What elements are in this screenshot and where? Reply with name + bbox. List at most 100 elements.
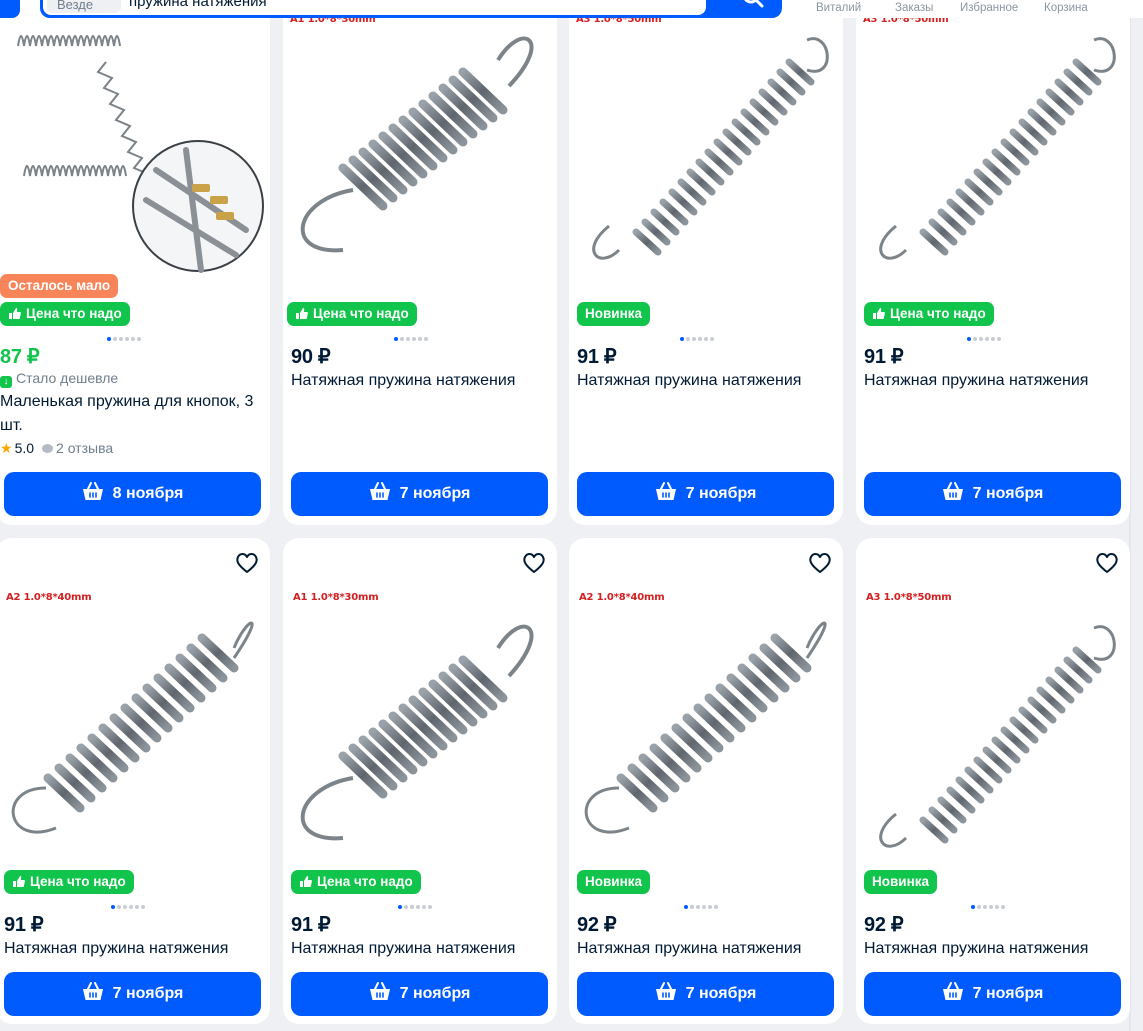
- heart-outline-icon[interactable]: [807, 550, 833, 576]
- product-card[interactable]: A2 1.0*8*40mm Новинка 92 ₽ Натяжная пруж…: [569, 538, 843, 1024]
- product-title[interactable]: Натяжная пружина натяжения: [4, 937, 266, 961]
- heart-outline-icon[interactable]: [234, 550, 260, 576]
- search-input[interactable]: [129, 0, 649, 10]
- product-price: 87 ₽: [0, 346, 40, 368]
- add-to-cart-button[interactable]: 7 ноября: [864, 972, 1121, 1016]
- add-to-cart-button[interactable]: 7 ноября: [577, 972, 834, 1016]
- product-image[interactable]: A1 1.0*8*30mm: [283, 538, 557, 868]
- search-bar: Везде ✕: [40, 0, 782, 18]
- basket-icon: [655, 482, 676, 500]
- basket-icon: [82, 982, 103, 1000]
- search-box: Везде ✕: [43, 0, 706, 15]
- thumbs-up-icon: [296, 308, 308, 319]
- add-to-cart-button[interactable]: 8 ноября: [4, 472, 261, 516]
- price-note-text: Стало дешевле: [16, 370, 119, 386]
- price-badge: Цена что надо: [864, 302, 994, 326]
- stock-badge: Осталось мало: [0, 274, 119, 298]
- product-title[interactable]: Натяжная пружина натяжения: [577, 937, 839, 961]
- nav-favorites[interactable]: Избранное: [960, 2, 1018, 14]
- product-photo-small-springs: [17, 35, 264, 273]
- close-icon[interactable]: ✕: [679, 0, 692, 5]
- image-pager[interactable]: [684, 905, 720, 909]
- price-badge-label: Цена что надо: [890, 306, 986, 321]
- nav-profile[interactable]: Виталий: [816, 2, 861, 14]
- image-pager[interactable]: [971, 905, 1007, 909]
- nav-orders[interactable]: Заказы: [895, 2, 933, 14]
- product-photo-spring-medium: [584, 621, 827, 834]
- product-image[interactable]: A3 1.0*8*50mm: [856, 538, 1130, 868]
- basket-icon: [942, 982, 963, 1000]
- search-icon[interactable]: [738, 0, 768, 16]
- delivery-date: 7 ноября: [685, 485, 757, 502]
- product-image[interactable]: A3 1.0*8*50mm: [856, 0, 1130, 278]
- add-to-cart-button[interactable]: 7 ноября: [4, 972, 261, 1016]
- add-to-cart-button[interactable]: 7 ноября: [291, 972, 548, 1016]
- price-badge: Цена что надо: [0, 302, 130, 326]
- heart-outline-icon[interactable]: [1094, 550, 1120, 576]
- product-image[interactable]: A2 1.0*8*40mm: [569, 538, 843, 868]
- image-pager[interactable]: [394, 337, 430, 341]
- search-category-select[interactable]: Везде: [47, 0, 121, 13]
- add-to-cart-button[interactable]: 7 ноября: [577, 472, 834, 516]
- product-price: 92 ₽: [864, 914, 904, 936]
- product-image[interactable]: A1 1.0*8*30mm: [283, 0, 557, 278]
- product-price: 91 ₽: [864, 346, 904, 368]
- image-pager[interactable]: [680, 337, 716, 341]
- price-note: ↓ Стало дешевле: [0, 370, 118, 388]
- product-title[interactable]: Маленькая пружина для кнопок, 3 шт.: [0, 390, 262, 438]
- price-badge-label: Цена что надо: [30, 874, 126, 889]
- star-icon: ★: [0, 440, 13, 456]
- header: Везде ✕ Виталий Заказы Избранное Корзина: [0, 0, 1143, 18]
- product-title[interactable]: Натяжная пружина натяжения: [864, 937, 1126, 961]
- image-pager[interactable]: [107, 337, 143, 341]
- add-to-cart-button[interactable]: 7 ноября: [864, 472, 1121, 516]
- nav-cart[interactable]: Корзина: [1044, 2, 1088, 14]
- new-badge: Новинка: [577, 302, 651, 326]
- basket-icon: [369, 482, 390, 500]
- catalog-button[interactable]: [0, 0, 20, 18]
- product-card[interactable]: Осталось мало Цена что надо 87 ₽ ↓ Стало …: [0, 0, 270, 525]
- product-photo-spring-medium: [11, 621, 254, 834]
- product-image[interactable]: A3 1.0*8*50mm: [569, 0, 843, 278]
- delivery-date: 7 ноября: [972, 985, 1044, 1002]
- product-price: 91 ₽: [577, 346, 617, 368]
- variant-label: A3 1.0*8*50mm: [866, 592, 952, 603]
- image-pager[interactable]: [967, 337, 1003, 341]
- arrow-down-icon: ↓: [0, 376, 12, 388]
- product-title[interactable]: Натяжная пружина натяжения: [291, 937, 553, 961]
- product-card[interactable]: A1 1.0*8*30mm Цена что надо 91 ₽ Натяжна…: [283, 538, 557, 1024]
- product-title[interactable]: Натяжная пружина натяжения: [864, 369, 1126, 393]
- delivery-date: 7 ноября: [399, 985, 471, 1002]
- product-title[interactable]: Натяжная пружина натяжения: [577, 369, 839, 393]
- product-card[interactable]: A1 1.0*8*30mm Цена что надо 90 ₽ Натяжна…: [283, 0, 557, 525]
- basket-icon: [369, 982, 390, 1000]
- product-price: 92 ₽: [577, 914, 617, 936]
- basket-icon: [655, 982, 676, 1000]
- product-title[interactable]: Натяжная пружина натяжения: [291, 369, 553, 393]
- product-image[interactable]: [0, 0, 270, 278]
- product-price: 91 ₽: [4, 914, 44, 936]
- new-badge: Новинка: [577, 870, 651, 894]
- product-photo-spring-short: [300, 624, 534, 841]
- product-photo-spring-long: [592, 37, 829, 260]
- thumbs-up-icon: [300, 876, 312, 887]
- product-card[interactable]: A2 1.0*8*40mm Цена что надо 91 ₽ Натяжна…: [0, 538, 270, 1024]
- product-image[interactable]: A2 1.0*8*40mm: [0, 538, 270, 868]
- review-count[interactable]: 2 отзыва: [56, 440, 113, 456]
- product-photo-spring-short: [300, 36, 534, 253]
- delivery-date: 7 ноября: [399, 485, 471, 502]
- comment-icon: [42, 444, 54, 453]
- basket-icon: [82, 482, 103, 500]
- delivery-date: 7 ноября: [112, 985, 184, 1002]
- product-card[interactable]: A3 1.0*8*50mm Цена что надо 91 ₽ Натяжна…: [856, 0, 1130, 525]
- image-pager[interactable]: [398, 905, 434, 909]
- price-badge-label: Цена что надо: [317, 874, 413, 889]
- new-badge: Новинка: [864, 870, 938, 894]
- delivery-date: 7 ноября: [972, 485, 1044, 502]
- image-pager[interactable]: [111, 905, 147, 909]
- price-badge: Цена что надо: [291, 870, 421, 894]
- heart-outline-icon[interactable]: [521, 550, 547, 576]
- product-card[interactable]: A3 1.0*8*50mm Новинка 92 ₽ Натяжная пруж…: [856, 538, 1130, 1024]
- add-to-cart-button[interactable]: 7 ноября: [291, 472, 548, 516]
- product-card[interactable]: A3 1.0*8*50mm Новинка 91 ₽ Натяжная пруж…: [569, 0, 843, 525]
